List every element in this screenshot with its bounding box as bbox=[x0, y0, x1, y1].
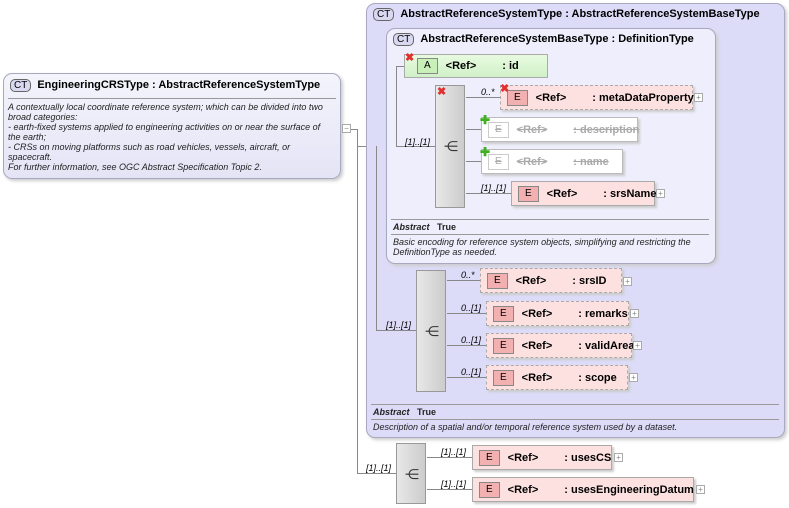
inner-title: AbstractReferenceSystemBaseType : Defini… bbox=[420, 33, 694, 45]
element-remarks[interactable]: E <Ref>: remarks bbox=[486, 301, 629, 326]
sequence-compositor[interactable]: ⋲ bbox=[416, 270, 446, 392]
root-title: EngineeringCRSType : AbstractReferenceSy… bbox=[37, 79, 321, 91]
outer-title: AbstractReferenceSystemType : AbstractRe… bbox=[400, 8, 760, 20]
cardinality: 0..[1] bbox=[461, 367, 482, 377]
element-description[interactable]: E <Ref>: description bbox=[481, 117, 639, 142]
expand-toggle[interactable]: + bbox=[623, 277, 632, 286]
element-usescs[interactable]: E <Ref>: usesCS bbox=[472, 445, 612, 470]
element-name[interactable]: E <Ref>: name bbox=[481, 149, 623, 174]
expand-toggle[interactable]: + bbox=[656, 189, 665, 198]
cardinality: 0..* bbox=[481, 87, 495, 97]
cardinality: 0..[1] bbox=[461, 335, 482, 345]
element-srsid[interactable]: E <Ref>: srsID bbox=[480, 268, 622, 293]
cardinality: [1]..[1] bbox=[386, 320, 412, 330]
cardinality: [1]..[1] bbox=[441, 479, 467, 489]
abstract-label: Abstract bbox=[393, 222, 430, 232]
expand-toggle[interactable]: + bbox=[629, 373, 638, 382]
abstract-value: True bbox=[437, 222, 457, 232]
prohibited-icon: ✖ bbox=[437, 86, 447, 98]
cardinality: [1]..[1] bbox=[441, 447, 467, 457]
abstract-label: Abstract bbox=[373, 407, 410, 417]
sequence-compositor[interactable]: ⋲ bbox=[435, 85, 465, 208]
cardinality: 0..[1] bbox=[461, 303, 482, 313]
prohibited-icon: ✖ bbox=[405, 52, 415, 64]
expand-toggle[interactable]: + bbox=[630, 309, 639, 318]
expand-toggle[interactable]: + bbox=[696, 485, 705, 494]
expand-toggle[interactable]: + bbox=[633, 341, 642, 350]
cardinality: [1]..[1] bbox=[366, 463, 392, 473]
sequence-icon: ⋲ bbox=[425, 323, 439, 339]
expand-toggle[interactable]: + bbox=[694, 93, 703, 102]
element-usesengineeringdatum[interactable]: E <Ref>: usesEngineeringDatum bbox=[472, 477, 694, 502]
complex-type-icon: CT bbox=[10, 79, 32, 92]
expand-toggle[interactable]: + bbox=[614, 453, 623, 462]
engineering-crs-type-box[interactable]: CT EngineeringCRSType : AbstractReference… bbox=[3, 73, 341, 179]
cardinality: 0..* bbox=[461, 270, 475, 280]
sequence-icon: ⋲ bbox=[444, 138, 458, 154]
element-srsname[interactable]: E <Ref>: srsName bbox=[511, 181, 656, 206]
added-icon: ✚ bbox=[480, 113, 491, 127]
element-scope[interactable]: E <Ref>: scope bbox=[486, 365, 628, 390]
added-icon: ✚ bbox=[480, 145, 491, 159]
cardinality: [1]..[1] bbox=[481, 183, 507, 193]
cardinality: [1]..[1] bbox=[405, 137, 431, 147]
attribute-id[interactable]: A <Ref>: id bbox=[404, 54, 548, 78]
collapse-toggle[interactable]: − bbox=[342, 124, 351, 133]
prohibited-icon: ✖ bbox=[500, 83, 510, 95]
element-metadataproperty[interactable]: E <Ref>: metaDataProperty bbox=[500, 85, 694, 110]
complex-type-icon: CT bbox=[393, 33, 415, 46]
inner-description: Basic encoding for reference system obje… bbox=[393, 237, 691, 257]
sequence-compositor[interactable]: ⋲ bbox=[396, 443, 426, 504]
abstract-value: True bbox=[417, 407, 437, 417]
sequence-icon: ⋲ bbox=[405, 466, 419, 482]
root-description: A contextually local coordinate referenc… bbox=[8, 102, 323, 172]
element-validarea[interactable]: E <Ref>: validArea bbox=[486, 333, 635, 358]
outer-description: Description of a spatial and/or temporal… bbox=[373, 422, 678, 432]
complex-type-icon: CT bbox=[373, 8, 395, 21]
